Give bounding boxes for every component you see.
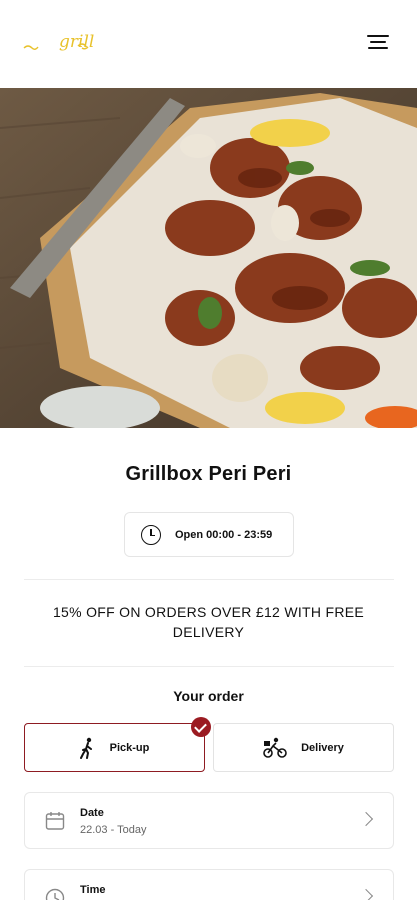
date-title: Date [80,807,104,819]
date-value: 22.03 - Today [80,824,147,836]
hamburger-menu-icon[interactable] [367,35,389,53]
divider [24,579,394,580]
brand-logo[interactable]: grill [22,30,95,64]
pickup-label: Pick-up [109,741,150,754]
hero-image [0,88,417,428]
grilled-chicken-photo-icon [0,88,417,428]
divider [24,666,394,667]
opening-hours-text: Open 00:00 - 23:59 [175,528,273,541]
delivery-label: Delivery [301,741,344,754]
delivery-option-button[interactable]: Delivery [213,723,394,772]
clock-icon [141,524,161,545]
opening-hours: Open 00:00 - 23:59 [124,512,294,557]
time-title: Time [80,884,106,896]
chevron-right-icon [358,811,374,827]
time-selector[interactable]: Time [24,869,394,900]
cyclist-icon [263,737,287,758]
logo-text: grill [59,32,95,52]
top-bar: grill [0,0,417,88]
calendar-icon [45,812,65,830]
selected-check-icon [191,717,211,737]
restaurant-name: Grillbox Peri Peri [125,463,292,485]
chevron-right-icon [358,888,374,900]
clock-icon [45,888,65,900]
your-order-heading: Your order [173,688,244,704]
walking-person-icon [79,737,92,759]
date-selector[interactable]: Date 22.03 - Today [24,792,394,849]
promo-banner: 15% OFF ON ORDERS OVER £12 WITH FREE DEL… [52,604,365,640]
pickup-option-button[interactable]: Pick-up [24,717,211,772]
